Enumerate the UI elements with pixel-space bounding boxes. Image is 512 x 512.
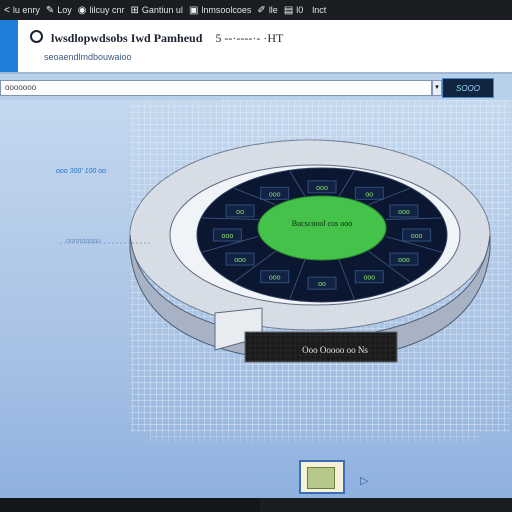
page-subtitle: seoaendlmdbouwaioo xyxy=(44,52,132,62)
seat-block-label: oo xyxy=(318,281,326,288)
edit-icon: ✎ xyxy=(45,4,55,16)
base-label: Ooo Ooooo oo Ns xyxy=(302,345,368,355)
chevron-down-icon[interactable]: ▾ xyxy=(432,80,442,96)
toolbar-item[interactable]: ▤ l0 xyxy=(284,5,303,16)
toolbar-item-label: lilcuy cnr xyxy=(89,5,125,15)
toolbar-item-label: lle xyxy=(268,5,278,15)
toolbar-item-label: lu enry xyxy=(12,5,40,15)
app-header: lwsdlopwdsobs Iwd Pamheud 5 --·----·- ·H… xyxy=(0,20,512,74)
side-label-bottom: oonnoooou xyxy=(66,238,102,245)
render-canvas: ooo 300' 100 oo oonnoooou ooo ooo ooo oo ooo… xyxy=(0,100,512,498)
floor-grid xyxy=(150,362,480,442)
toolbar-item[interactable]: ⊞ Gantiun ul xyxy=(131,5,183,16)
play-icon[interactable]: ▷ xyxy=(360,474,374,488)
seat-block-label: ooo xyxy=(398,209,410,216)
toolbar-item-label: Gantiun ul xyxy=(141,5,183,15)
toolbar-item-label: l0 xyxy=(296,5,304,15)
page-title: lwsdlopwdsobs Iwd Pamheud 5 --·----·- ·H… xyxy=(30,30,283,46)
radio-icon[interactable] xyxy=(30,30,43,43)
toolbar-item-label: lnmsoolcoes xyxy=(201,5,252,15)
status-bar-left xyxy=(0,498,260,512)
seat-block-label: oo xyxy=(236,209,244,216)
page-title-suffix: 5 --·----·- ·HT xyxy=(215,31,284,45)
toolbar-item[interactable]: ◉ lilcuy cnr xyxy=(78,5,125,16)
grid-icon: ⊞ xyxy=(130,4,139,16)
address-input[interactable]: ooooooo xyxy=(0,80,432,96)
seat-block-label: ooo xyxy=(411,233,423,240)
seat-block-label: oo xyxy=(365,191,373,198)
toolbar-item-label: lnct xyxy=(312,5,327,15)
toolbar-item[interactable]: ✐ lle xyxy=(257,5,277,16)
image-thumbnail[interactable] xyxy=(299,460,345,494)
thumbnail-preview xyxy=(307,467,335,489)
page-title-text: lwsdlopwdsobs Iwd Pamheud xyxy=(51,31,203,45)
toolbar-item[interactable]: < lu enry xyxy=(4,5,40,16)
back-icon: < xyxy=(4,4,10,16)
seat-block-label: ooo xyxy=(316,185,328,192)
toolbar-item[interactable]: lnct xyxy=(309,5,326,15)
stadium-diagram: ooooooooooooooooooooooooooooooooo Bucsco… xyxy=(60,100,510,442)
seat-block-label: ooo xyxy=(222,233,234,240)
toolbar-item[interactable]: ✎ Loy xyxy=(46,5,72,16)
center-label: Bucscoool cos ooo xyxy=(292,219,352,228)
box-icon: ▤ xyxy=(283,4,294,16)
seat-block-label: ooo xyxy=(269,275,281,282)
seat-block-label: ooo xyxy=(269,191,281,198)
header-accent xyxy=(0,20,18,72)
center-hub[interactable] xyxy=(257,195,387,261)
status-bar xyxy=(0,498,512,512)
top-toolbar: < lu enry ✎ Loy ◉ lilcuy cnr ⊞ Gantiun ul ▣ lnmso… xyxy=(0,0,512,20)
pen-icon: ✐ xyxy=(257,4,266,16)
doc-icon: ▣ xyxy=(188,4,199,16)
address-row: ooooooo ▾ SOOO xyxy=(0,78,512,100)
seat-block-label: ooo xyxy=(363,275,375,282)
address-go-button[interactable]: SOOO xyxy=(442,78,494,98)
toolbar-item-label: Loy xyxy=(57,5,72,15)
toolbar-item[interactable]: ▣ lnmsoolcoes xyxy=(189,5,251,16)
side-label-top: ooo 300' 100 oo xyxy=(56,168,106,175)
seat-block-label: ooo xyxy=(234,257,246,264)
seat-block-label: ooo xyxy=(398,257,410,264)
circle-icon: ◉ xyxy=(77,4,87,16)
